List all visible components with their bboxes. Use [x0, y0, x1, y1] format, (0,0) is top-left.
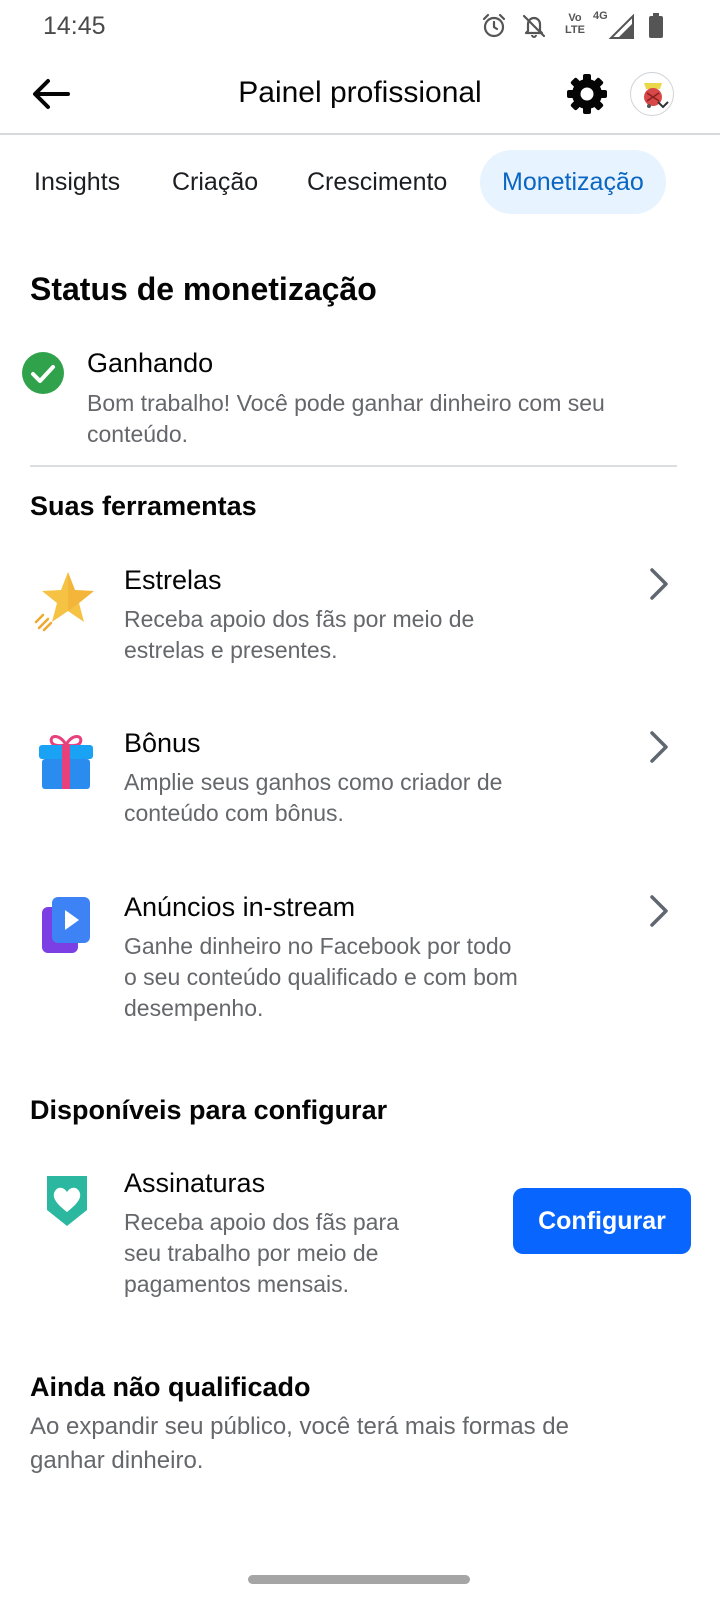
star-icon [34, 572, 94, 632]
home-indicator[interactable] [248, 1575, 470, 1584]
chevron-right-icon [650, 895, 668, 927]
gear-icon [567, 74, 607, 114]
tool-item-estrelas[interactable]: Estrelas Receba apoio dos fãs por meio d… [0, 550, 720, 685]
tool-description-line: o seu conteúdo qualificado e com bom [124, 964, 518, 990]
alarm-icon [482, 13, 506, 38]
signal-icon [608, 13, 634, 39]
status-description-line: Bom trabalho! Você pode ganhar dinheiro … [87, 390, 605, 416]
not-qualified-title: Ainda não qualificado [30, 1372, 311, 1402]
not-qualified-description-line: Ao expandir seu público, você terá mais … [30, 1413, 569, 1440]
subscription-description-line: seu trabalho por meio de [124, 1240, 379, 1266]
subscription-description-line: Receba apoio dos fãs para [124, 1209, 399, 1235]
tool-description: Amplie seus ganhos como criador de conte… [124, 767, 624, 829]
tool-description-line: Receba apoio dos fãs por meio de [124, 606, 475, 632]
tool-title: Bônus [124, 728, 201, 758]
tool-description: Receba apoio dos fãs por meio de estrela… [124, 604, 624, 666]
tab-criacao[interactable]: Criação [172, 150, 258, 214]
tool-item-anuncios-in-stream[interactable]: Anúncios in-stream Ganhe dinheiro no Fac… [0, 877, 720, 1037]
available-item-assinaturas: Assinaturas Receba apoio dos fãs para se… [0, 1150, 500, 1300]
heart-badge-icon [47, 1176, 87, 1226]
header-divider [0, 133, 720, 135]
page-title: Painel profissional [238, 76, 482, 109]
status-label: Ganhando [87, 348, 214, 378]
chevron-down-icon [657, 101, 669, 109]
tool-description: Ganhe dinheiro no Facebook por todo o se… [124, 931, 624, 1024]
bell-off-icon [522, 14, 546, 38]
tab-monetizacao[interactable]: Monetização [480, 150, 666, 214]
tool-description-line: estrelas e presentes. [124, 637, 338, 663]
not-qualified-description: Ao expandir seu público, você terá mais … [30, 1410, 700, 1478]
chevron-right-icon [650, 568, 668, 600]
subscription-description: Receba apoio dos fãs para seu trabalho p… [124, 1207, 484, 1300]
status-description-line: conteúdo. [87, 421, 189, 447]
status-description: Bom trabalho! Você pode ganhar dinheiro … [87, 388, 697, 450]
tab-insights[interactable]: Insights [34, 150, 120, 214]
tools-section-title: Suas ferramentas [30, 491, 257, 521]
tool-description-line: desempenho. [124, 995, 264, 1021]
tool-description-line: conteúdo com bônus. [124, 800, 344, 826]
check-circle-icon [22, 352, 64, 394]
configure-button[interactable]: Configurar [513, 1188, 691, 1254]
tool-description-line: Ganhe dinheiro no Facebook por todo [124, 933, 512, 959]
chevron-right-icon [650, 731, 668, 763]
status-time: 14:45 [43, 12, 106, 40]
subscription-title: Assinaturas [124, 1168, 266, 1198]
tool-item-bonus[interactable]: Bônus Amplie seus ganhos como criador de… [0, 713, 720, 848]
available-section-title: Disponíveis para configurar [30, 1095, 388, 1125]
not-qualified-description-line: ganhar dinheiro. [30, 1447, 204, 1474]
tool-description-line: Amplie seus ganhos como criador de [124, 769, 503, 795]
gift-icon [39, 735, 93, 789]
settings-button[interactable] [565, 72, 609, 116]
network-type-label: 4G [593, 10, 608, 22]
section-divider [30, 465, 677, 467]
tool-title: Anúncios in-stream [124, 892, 356, 922]
tab-crescimento[interactable]: Crescimento [307, 150, 447, 214]
volte-icon: Vo LTE [565, 12, 585, 36]
subscription-description-line: pagamentos mensais. [124, 1271, 350, 1297]
battery-icon [649, 13, 663, 38]
tool-title: Estrelas [124, 565, 222, 595]
monetization-status-title: Status de monetização [30, 271, 377, 307]
play-video-icon [42, 897, 90, 953]
